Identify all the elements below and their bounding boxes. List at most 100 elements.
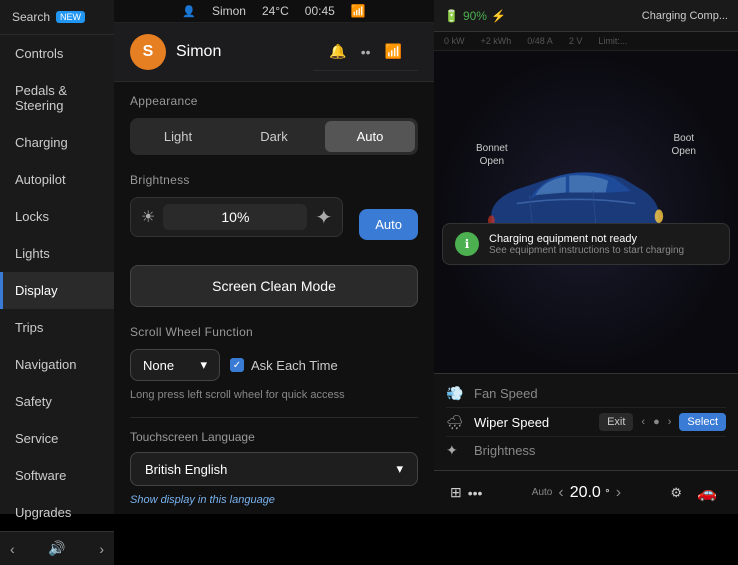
sidebar-item-pedals[interactable]: Pedals & Steering	[0, 72, 114, 124]
ask-each-time-checkbox[interactable]: ✓	[230, 358, 244, 372]
left-navigation: Search NEW Controls Pedals & Steering Ch…	[0, 0, 114, 514]
exit-btn[interactable]: Exit	[599, 413, 633, 431]
brightness-label: Brightness	[130, 173, 418, 187]
appearance-light-btn[interactable]: Light	[133, 121, 223, 152]
signal-icon: 📶	[351, 4, 366, 18]
user-header: S Simon 🔔 •• 📶	[114, 23, 434, 82]
status-center: 👤 Simon 24°C 00:45 📶	[182, 4, 366, 18]
wiper-speed-row: 🌧 Wiper Speed Exit ‹ ● › Select	[446, 408, 726, 437]
sidebar-item-service[interactable]: Service	[0, 420, 114, 457]
brightness-icon: ✦	[446, 442, 474, 459]
stat-kwh: +2 kWh	[481, 36, 512, 46]
wiper-icon: 🌧	[446, 414, 474, 431]
sidebar-item-display[interactable]: Display	[0, 272, 114, 309]
stat-volts: 2 V	[569, 36, 583, 46]
sidebar-item-charging[interactable]: Charging	[0, 124, 114, 161]
bottom-overlay: 💨 Fan Speed 🌧 Wiper Speed Exit ‹ ● › Sel…	[434, 373, 738, 470]
bluetooth-icon[interactable]: ••	[361, 44, 371, 60]
auto-label: Auto	[532, 487, 553, 498]
search-item[interactable]: Search NEW	[0, 0, 114, 35]
car-display-panel: 🔋 90% ⚡ Charging Comp... 0 kW +2 kWh 0/4…	[434, 0, 738, 514]
appearance-auto-btn[interactable]: Auto	[325, 121, 415, 152]
sidebar-item-autopilot[interactable]: Autopilot	[0, 161, 114, 198]
sidebar-item-locks[interactable]: Locks	[0, 198, 114, 235]
avatar: S	[130, 34, 166, 70]
chevron-down-icon: ▾	[200, 357, 207, 373]
language-dropdown[interactable]: British English ▾	[130, 452, 418, 486]
charging-msg-sub: See equipment instructions to start char…	[489, 245, 717, 256]
user-avatar-small: 👤	[182, 5, 196, 18]
charging-title: Charging Comp...	[642, 10, 728, 22]
new-badge: NEW	[56, 11, 85, 23]
sidebar-item-lights[interactable]: Lights	[0, 235, 114, 272]
scroll-row: None ▾ ✓ Ask Each Time	[130, 349, 418, 381]
charging-msg-title: Charging equipment not ready	[489, 233, 717, 245]
car-icon[interactable]: 🚗	[692, 478, 722, 508]
scroll-label: Scroll Wheel Function	[130, 325, 418, 339]
screen-clean-btn[interactable]: Screen Clean Mode	[130, 265, 418, 307]
sidebar-item-navigation[interactable]: Navigation	[0, 346, 114, 383]
back-btn[interactable]: ‹	[10, 541, 15, 557]
battery-pct: 90%	[463, 9, 487, 23]
username-top: Simon	[212, 4, 246, 18]
stat-kw: 0 kW	[444, 36, 465, 46]
user-name: Simon	[176, 43, 221, 61]
charging-stats: 0 kW +2 kWh 0/48 A 2 V Limit:...	[434, 32, 738, 51]
divider	[130, 417, 418, 418]
ask-each-time-label: Ask Each Time	[251, 358, 338, 373]
chevron-left-icon[interactable]: ‹	[641, 416, 645, 428]
charging-bar: 🔋 90% ⚡ Charging Comp...	[434, 0, 738, 32]
settings-icon[interactable]: ⚙	[670, 485, 682, 501]
brightness-overlay-label: Brightness	[474, 443, 726, 458]
appearance-dark-btn[interactable]: Dark	[229, 121, 319, 152]
charging-text: Charging equipment not ready See equipme…	[489, 233, 717, 256]
charging-bolt: ⚡	[491, 9, 506, 23]
sidebar-item-safety[interactable]: Safety	[0, 383, 114, 420]
auto-brightness-btn[interactable]: Auto	[359, 209, 418, 240]
appearance-label: Appearance	[130, 94, 418, 108]
app-grid-icon[interactable]: ⊞	[450, 484, 462, 501]
brightness-row: ✦ Brightness	[446, 437, 726, 464]
temp-value: 20.0 °	[570, 484, 610, 502]
fan-icon: 💨	[446, 385, 474, 402]
sidebar-item-trips[interactable]: Trips	[0, 309, 114, 346]
scroll-hint: Long press left scroll wheel for quick a…	[130, 389, 418, 401]
fan-speed-row: 💨 Fan Speed	[446, 380, 726, 408]
settings-panel: 👤 Simon 24°C 00:45 📶 S Simon 🔔 •• 📶 Appe…	[114, 0, 434, 514]
taskbar: ⊞ ••• Auto ‹ 20.0 ° › ⚙ 🚗	[434, 470, 738, 514]
ask-each-time-row: ✓ Ask Each Time	[230, 358, 338, 373]
brightness-low-icon: ☀	[141, 207, 155, 227]
charging-notification: ℹ Charging equipment not ready See equip…	[442, 223, 730, 265]
wiper-controls: Exit ‹ ● › Select	[599, 413, 726, 431]
touchscreen-label: Touchscreen Language	[130, 430, 418, 444]
chevron-down-icon-lang: ▾	[396, 461, 403, 477]
bell-icon[interactable]: 🔔	[329, 43, 346, 60]
wifi-icon[interactable]: 📶	[385, 43, 402, 60]
bottom-controls: ‹ 🔊 ›	[0, 531, 114, 565]
temp-display: Auto ‹ 20.0 ° ›	[532, 484, 621, 502]
chevron-right-icon[interactable]: ›	[668, 416, 672, 428]
sidebar-item-controls[interactable]: Controls	[0, 35, 114, 72]
select-btn[interactable]: Select	[679, 413, 726, 431]
settings-content: Appearance Light Dark Auto Brightness ☀ …	[114, 82, 434, 514]
sidebar-item-upgrades[interactable]: Upgrades	[0, 494, 114, 531]
search-label: Search	[12, 10, 50, 24]
chevron-right-temp[interactable]: ›	[616, 484, 621, 502]
battery-icon: 🔋	[444, 9, 459, 23]
car-wrapper: BonnetOpen BootOpen	[456, 122, 716, 302]
brightness-value[interactable]: 10%	[163, 204, 307, 230]
sidebar-item-software[interactable]: Software	[0, 457, 114, 494]
brightness-high-icon: ✦	[315, 205, 332, 230]
dots-icon[interactable]: •••	[468, 485, 483, 501]
scroll-dropdown[interactable]: None ▾	[130, 349, 220, 381]
chevron-left-temp[interactable]: ‹	[558, 484, 563, 502]
volume-icon[interactable]: 🔊	[48, 540, 65, 557]
wiper-label: Wiper Speed	[474, 415, 599, 430]
brightness-slider-row: ☀ 10% ✦	[130, 197, 343, 237]
time-display: 00:45	[305, 4, 335, 18]
forward-btn[interactable]: ›	[99, 541, 104, 557]
wiper-indicator: ●	[653, 416, 660, 428]
car-visual: BonnetOpen BootOpen	[434, 51, 738, 373]
show-display-text: Show display in this language	[130, 494, 418, 506]
status-bar: 👤 Simon 24°C 00:45 📶	[114, 0, 434, 23]
